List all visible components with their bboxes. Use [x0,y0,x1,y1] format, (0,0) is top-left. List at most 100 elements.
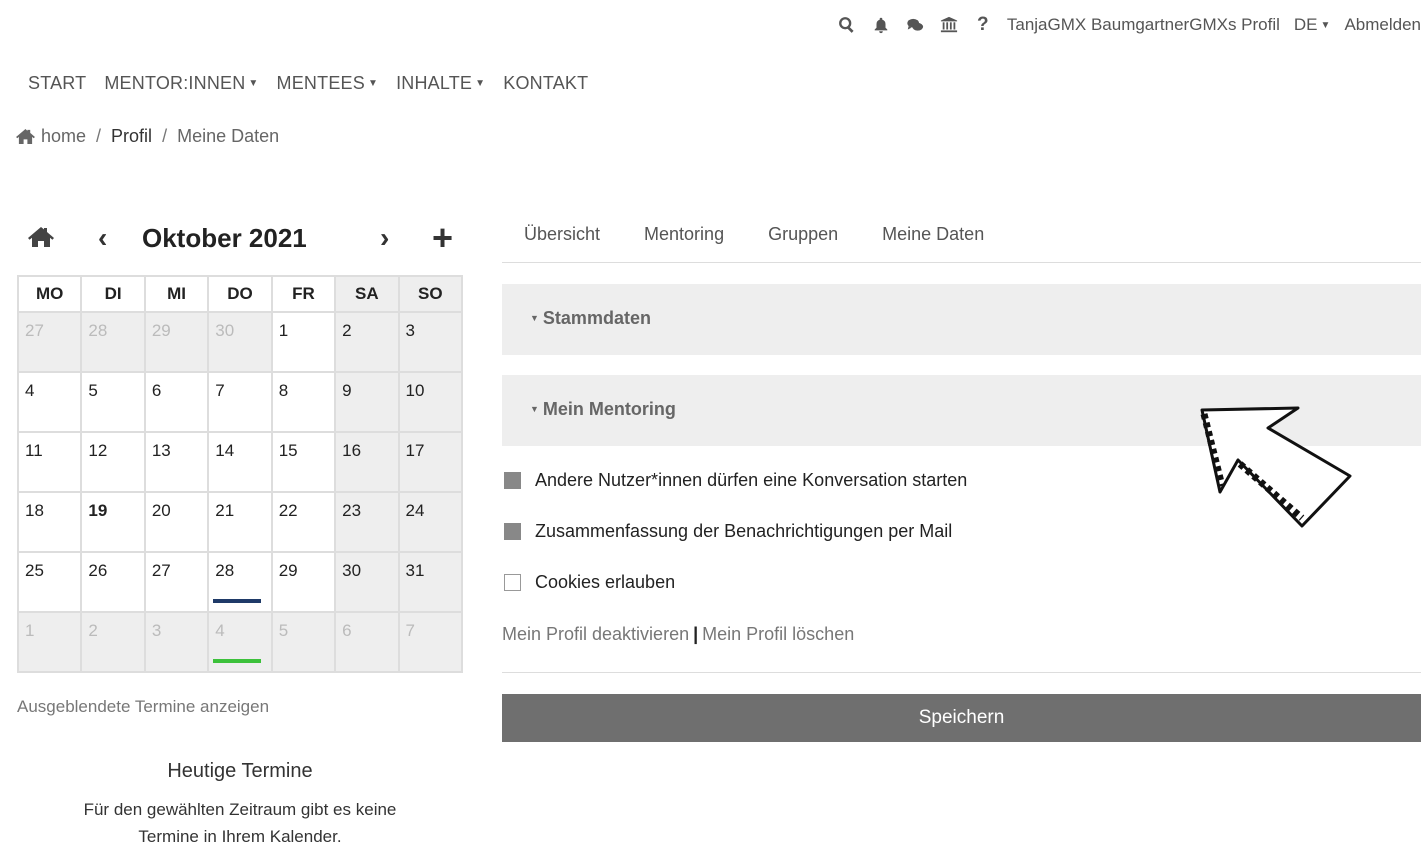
save-button[interactable]: Speichern [502,694,1421,742]
calendar-day[interactable]: 7 [397,611,464,673]
previous-month-button[interactable]: ‹ [98,222,107,254]
tab-groups[interactable]: Gruppen [768,224,838,245]
breadcrumb: home / Profil / Meine Daten [16,126,279,147]
calendar-day[interactable]: 25 [16,551,83,613]
institution-icon[interactable] [939,15,959,35]
calendar-day[interactable]: 27 [143,551,210,613]
calendar-day[interactable]: 1 [16,611,83,673]
link-separator: | [693,624,699,644]
breadcrumb-profile[interactable]: Profil [111,126,152,147]
weekday-row: MO DI MI DO FR SA SO [16,275,464,313]
calendar-day[interactable]: 22 [270,491,337,553]
calendar-day[interactable]: 18 [16,491,83,553]
tab-divider [502,262,1421,263]
calendar-header: ‹ Oktober 2021 › + [18,217,463,259]
calendar-day[interactable]: 6 [334,611,400,673]
calendar-day[interactable]: 2 [80,611,146,673]
calendar-home-icon[interactable] [28,226,54,253]
calendar-day-today[interactable]: 19 [80,491,146,553]
caret-down-icon: ▼ [367,78,379,89]
calendar-day[interactable]: 7 [207,371,273,433]
nav-mentees-label: MENTEES [276,73,365,93]
calendar-day[interactable]: 28 [80,311,146,373]
calendar-day[interactable]: 1 [270,311,337,373]
caret-down-icon: ▼ [530,313,539,323]
calendar-day[interactable]: 5 [270,611,337,673]
calendar-day[interactable]: 30 [334,551,400,613]
calendar-day[interactable]: 3 [397,311,464,373]
home-icon [16,128,35,145]
calendar-day[interactable]: 16 [334,431,400,493]
deactivate-profile-link[interactable]: Mein Profil deaktivieren [502,624,689,644]
calendar-day[interactable]: 23 [334,491,400,553]
nav-mentors-label: MENTOR:INNEN [104,73,246,93]
calendar-day[interactable]: 2 [334,311,400,373]
calendar-day[interactable]: 21 [207,491,273,553]
section-divider [502,672,1421,673]
calendar-day[interactable]: 26 [80,551,146,613]
calendar-day[interactable]: 24 [397,491,464,553]
calendar-week: 25 26 27 28 29 30 31 [16,551,464,613]
calendar-day[interactable]: 5 [80,371,146,433]
add-event-button[interactable]: + [432,217,453,259]
nav-start[interactable]: START [28,73,86,94]
nav-mentees[interactable]: MENTEES ▼ [277,73,379,94]
show-hidden-events-link[interactable]: Ausgeblendete Termine anzeigen [17,697,269,717]
summary-checkbox[interactable] [504,523,521,540]
chat-icon[interactable] [905,15,925,35]
calendar-day[interactable]: 27 [16,311,83,373]
calendar-day[interactable]: 13 [143,431,210,493]
calendar-day-with-event[interactable]: 4 [207,611,273,673]
cookies-checkbox[interactable] [504,574,521,591]
calendar-day[interactable]: 17 [397,431,464,493]
calendar-day[interactable]: 14 [207,431,273,493]
weekday-header: FR [270,275,337,313]
delete-profile-link[interactable]: Mein Profil löschen [702,624,854,644]
language-select[interactable]: DE ▼ [1294,15,1331,35]
tab-my-data[interactable]: Meine Daten [882,224,984,245]
nav-content[interactable]: INHALTE ▼ [396,73,485,94]
breadcrumb-current: Meine Daten [177,126,280,146]
calendar-day[interactable]: 4 [16,371,83,433]
caret-down-icon: ▼ [1320,20,1331,31]
nav-content-label: INHALTE [396,73,473,93]
calendar-day[interactable]: 12 [80,431,146,493]
language-label: DE [1293,15,1318,34]
next-month-button[interactable]: › [380,222,389,254]
nav-contact[interactable]: KONTAKT [503,73,588,94]
calendar-day[interactable]: 30 [207,311,273,373]
profile-link[interactable]: TanjaGMX BaumgartnerGMXs Profil [1007,15,1280,35]
option-conversation: Andere Nutzer*innen dürfen eine Konversa… [504,470,967,491]
panel-master-data-title: ▼ Stammdaten [530,308,651,329]
tab-mentoring[interactable]: Mentoring [644,224,724,245]
bell-icon[interactable] [871,15,891,35]
breadcrumb-home[interactable]: home [41,126,86,147]
search-icon[interactable] [837,15,857,35]
caret-down-icon: ▼ [530,404,539,414]
calendar-day[interactable]: 31 [397,551,464,613]
help-icon[interactable]: ? [973,14,993,35]
tab-overview[interactable]: Übersicht [524,224,600,245]
calendar-day[interactable]: 11 [16,431,83,493]
calendar-day[interactable]: 29 [270,551,337,613]
calendar-day[interactable]: 20 [143,491,210,553]
conversation-checkbox[interactable] [504,472,521,489]
panel-master-data-label: Stammdaten [542,308,651,328]
event-marker[interactable] [213,599,262,603]
calendar-day[interactable]: 15 [270,431,337,493]
arrow-pointer-icon [1200,406,1352,528]
calendar-day-with-event[interactable]: 28 [207,551,273,613]
calendar-day[interactable]: 10 [397,371,464,433]
calendar-day[interactable]: 6 [143,371,210,433]
panel-master-data[interactable]: ▼ Stammdaten [502,284,1421,355]
panel-my-mentoring-label: Mein Mentoring [542,399,676,419]
logout-link[interactable]: Abmelden [1344,15,1421,35]
calendar-day[interactable]: 8 [270,371,337,433]
calendar-day[interactable]: 9 [334,371,400,433]
nav-mentors[interactable]: MENTOR:INNEN ▼ [104,73,258,94]
calendar-week: 4 5 6 7 8 9 10 [16,371,464,433]
day-number: 4 [215,621,225,640]
calendar-day[interactable]: 3 [143,611,210,673]
event-marker[interactable] [213,659,262,663]
calendar-day[interactable]: 29 [143,311,210,373]
